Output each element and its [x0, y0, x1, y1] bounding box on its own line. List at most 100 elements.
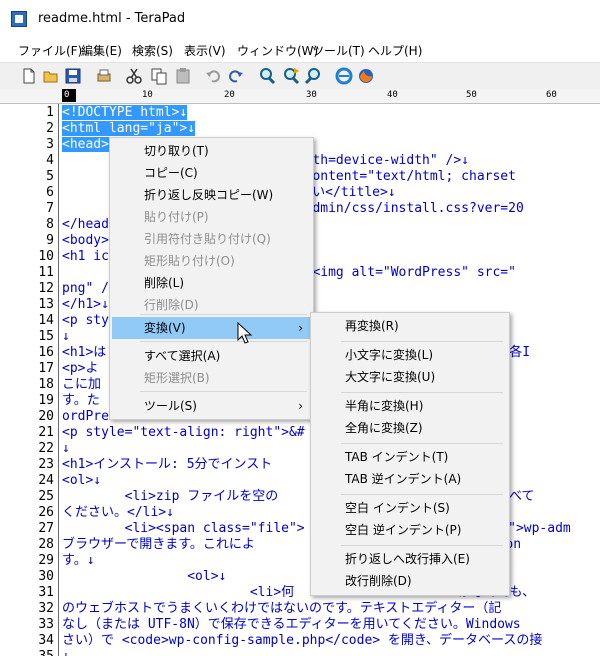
line-number: 31: [38, 585, 54, 600]
context-menu-item: 矩形選択(B): [112, 367, 311, 389]
context-menu-item[interactable]: 切り取り(T): [112, 140, 311, 162]
menu-file[interactable]: ファイル(F): [18, 42, 82, 59]
ruler-label: 40: [387, 90, 398, 100]
open-folder-icon[interactable]: [42, 67, 60, 85]
context-menu-item[interactable]: すべて選択(A): [112, 345, 311, 367]
menu-search[interactable]: 検索(S): [132, 42, 173, 59]
context-menu-item-label: 折り返し反映コピー(W): [144, 188, 274, 202]
paste-icon[interactable]: [174, 67, 192, 85]
cut-icon[interactable]: [125, 67, 143, 85]
find-next-icon[interactable]: [282, 67, 300, 85]
context-menu-item[interactable]: ツール(S) ›: [112, 395, 311, 417]
convert-menu-item[interactable]: 空白 インデント(S): [313, 497, 507, 519]
line-number: 10: [38, 249, 54, 264]
line-text: <h1 ic: [62, 249, 109, 264]
menu-help[interactable]: ヘルプ(H): [368, 42, 422, 59]
menu-separator: [341, 545, 503, 546]
copy-icon[interactable]: [150, 67, 168, 85]
find-prev-icon[interactable]: [304, 67, 323, 85]
line-number: 18: [38, 377, 54, 392]
context-menu-item: 引用符付き貼り付け(Q): [112, 228, 311, 250]
line-number: 6: [46, 185, 54, 200]
line-number: 16: [38, 345, 54, 360]
convert-menu-item[interactable]: 再変換(R): [313, 315, 507, 337]
new-file-icon[interactable]: [20, 67, 38, 85]
column-ruler: 0 10 20 30 40 50 60: [0, 89, 600, 104]
convert-menu-item-label: 改行削除(D): [345, 574, 412, 588]
line-text: のウェブホストでうまくいくわけではないのです。テキストエディター（記: [62, 601, 502, 616]
convert-menu-item[interactable]: 折り返しへ改行挿入(E): [313, 548, 507, 570]
line-text: </h1>↓: [62, 297, 109, 312]
convert-menu-item-label: 再変換(R): [345, 319, 399, 333]
submenu-arrow-icon: ›: [298, 321, 303, 335]
menu-window[interactable]: ウィンドウ(W): [237, 42, 318, 59]
convert-menu-item[interactable]: 小文字に変換(L): [313, 344, 507, 366]
selected-text: <head>: [62, 137, 109, 152]
context-menu-item-label: ツール(S): [144, 399, 197, 413]
line-number: 19: [38, 393, 54, 408]
convert-menu-item-label: 大文字に変換(U): [345, 370, 436, 384]
line-number: 5: [46, 169, 54, 184]
code-line: さい）で <code>wp-config-sample.php</code> を…: [62, 633, 542, 649]
convert-menu-item[interactable]: TAB インデント(T): [313, 446, 507, 468]
context-menu-item[interactable]: 変換(V) ›: [112, 317, 311, 339]
menu-bar: ファイル(F) 編集(E) 検索(S) 表示(V) ウィンドウ(W) ツール(T…: [0, 38, 600, 63]
code-line: ↓: [62, 329, 70, 345]
redo-icon[interactable]: [227, 67, 245, 85]
ruler-label: 30: [306, 90, 317, 100]
line-text: ordPre: [62, 409, 109, 424]
line-text: ↓: [62, 649, 70, 656]
convert-menu-item[interactable]: 改行削除(D): [313, 570, 507, 592]
line-number: 11: [38, 265, 54, 280]
toolbar: [0, 63, 600, 90]
internet-explorer-icon[interactable]: [335, 67, 353, 85]
code-line: ↓: [62, 649, 70, 656]
submenu-arrow-icon: ›: [298, 399, 303, 413]
convert-menu-item[interactable]: 全角に変換(Z): [313, 417, 507, 439]
find-icon[interactable]: [258, 67, 276, 85]
ruler-label: 50: [466, 90, 477, 100]
terapad-app-icon: [11, 11, 27, 27]
menu-view[interactable]: 表示(V): [184, 42, 226, 59]
context-menu-item-label: 貼り付け(P): [144, 210, 209, 224]
menu-tools[interactable]: ツール(T): [312, 42, 365, 59]
print-icon[interactable]: [95, 67, 113, 85]
context-menu-item[interactable]: 折り返し反映コピー(W): [112, 184, 311, 206]
context-menu-item: 貼り付け(P): [112, 206, 311, 228]
code-line: <html lang="ja">↓: [62, 121, 196, 137]
context-menu-item[interactable]: コピー(C): [112, 162, 311, 184]
line-number: 1: [46, 105, 54, 120]
ruler-label: 20: [224, 90, 235, 100]
context-menu-item-label: 切り取り(T): [144, 144, 209, 158]
context-menu-item[interactable]: 削除(L): [112, 272, 311, 294]
context-menu-item-label: コピー(C): [144, 166, 198, 180]
convert-menu-item[interactable]: 半角に変換(H): [313, 395, 507, 417]
convert-menu-item[interactable]: TAB 逆インデント(A): [313, 468, 507, 490]
convert-menu-item[interactable]: 大文字に変換(U): [313, 366, 507, 388]
save-icon[interactable]: [64, 67, 82, 85]
convert-menu-item[interactable]: 空白 逆インデント(P): [313, 519, 507, 541]
mouse-pointer-icon: [237, 322, 253, 344]
line-text: ください。</li>↓: [62, 505, 174, 520]
line-text: <ol>↓: [62, 569, 227, 584]
context-menu-item-label: 矩形選択(B): [144, 371, 210, 385]
code-line: <body>: [62, 233, 109, 249]
menu-separator: [341, 341, 503, 342]
menu-separator: [341, 494, 503, 495]
line-text: さい）で <code>wp-config-sample.php</code> を…: [62, 633, 543, 648]
line-number: 8: [46, 217, 54, 232]
convert-menu-item-label: 全角に変換(Z): [345, 421, 423, 435]
code-line: </h1>↓: [62, 297, 109, 313]
firefox-icon[interactable]: [357, 67, 375, 85]
line-text: <body>: [62, 233, 109, 248]
line-number: 7: [46, 201, 54, 216]
selected-text: <html lang="ja">↓: [62, 121, 196, 136]
line-number: 14: [38, 313, 54, 328]
menu-edit[interactable]: 編集(E): [81, 42, 122, 59]
code-line: なし（または UTF-8N）で保存できるエディターを用いてください。Window…: [62, 617, 521, 633]
context-menu-item-label: 矩形貼り付け(O): [144, 254, 235, 268]
undo-icon[interactable]: [204, 67, 222, 85]
line-number-gutter: 1 2 3 4 5 6 7 8 9 10 11 12 13 14 15 16 17 18 19 20 21 22 23 24 2…: [0, 104, 59, 656]
code-line: <ol>↓: [62, 569, 226, 585]
ruler-label: 10: [142, 90, 153, 100]
